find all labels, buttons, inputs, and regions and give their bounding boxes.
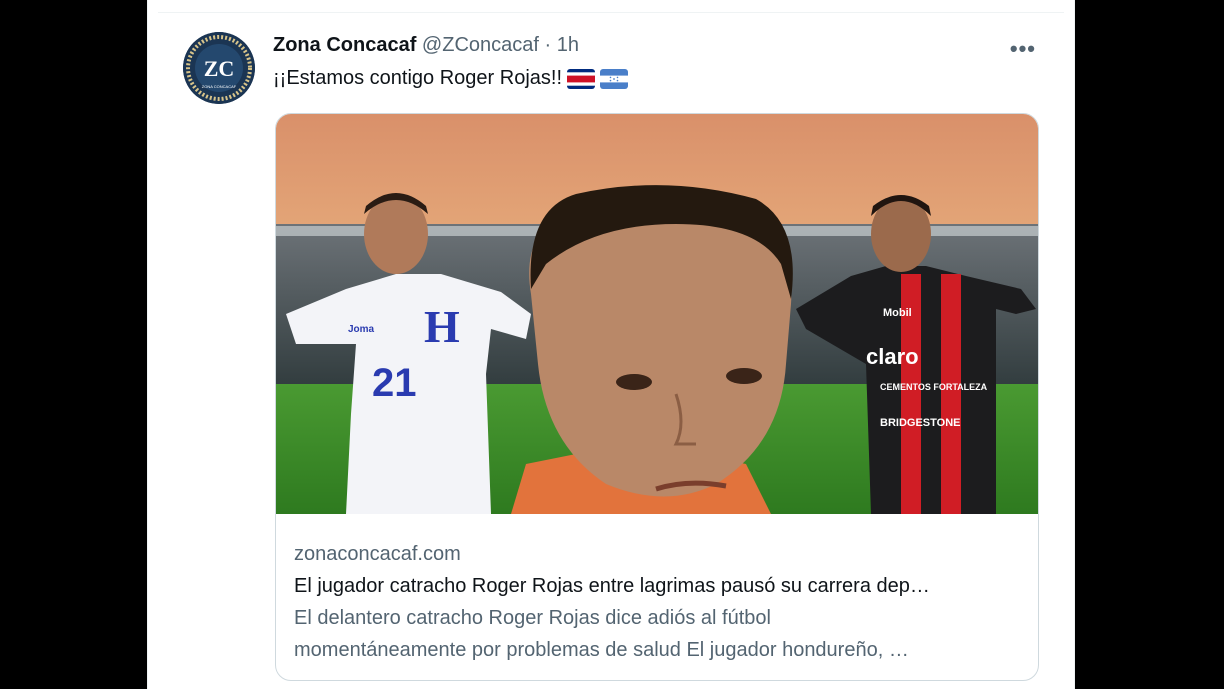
svg-text:BRIDGESTONE: BRIDGESTONE — [880, 417, 960, 429]
svg-text:ZC: ZC — [204, 56, 235, 81]
avatar-logo-icon: ZC ZONA CONCACAF — [183, 32, 255, 104]
tweet-header: Zona Concacaf @ZConcacaf · 1h — [273, 34, 579, 57]
card-title[interactable]: El jugador catracho Roger Rojas entre la… — [294, 570, 1020, 602]
honduras-flag-icon — [600, 68, 629, 89]
link-card[interactable]: H 21 Joma Mobil claro CEMENTOS FORTALEZA… — [275, 113, 1039, 681]
card-photo: H 21 Joma Mobil claro CEMENTOS FORTALEZA… — [276, 114, 1038, 514]
timestamp[interactable]: 1h — [557, 34, 579, 56]
costa-rica-flag-icon — [567, 68, 596, 89]
svg-text:21: 21 — [372, 361, 417, 405]
svg-text:H: H — [424, 301, 460, 352]
tweet-frame: ZC ZONA CONCACAF Zona Concacaf @ZConcaca… — [147, 0, 1075, 689]
separator: · — [544, 34, 552, 56]
tweet-text: ¡¡Estamos contigo Roger Rojas!! — [273, 67, 629, 90]
more-icon[interactable]: ••• — [1010, 36, 1036, 62]
tweet-body: ¡¡Estamos contigo Roger Rojas!! — [273, 67, 563, 89]
svg-text:ZONA CONCACAF: ZONA CONCACAF — [202, 84, 237, 89]
avatar[interactable]: ZC ZONA CONCACAF — [183, 32, 255, 104]
handle[interactable]: @ZConcacaf — [422, 34, 539, 56]
card-text: zonaconcacaf.com El jugador catracho Rog… — [294, 538, 1020, 666]
card-domain[interactable]: zonaconcacaf.com — [294, 538, 1020, 570]
svg-text:CEMENTOS FORTALEZA: CEMENTOS FORTALEZA — [880, 382, 988, 392]
card-description-line2: momentáneamente por problemas de salud E… — [294, 639, 909, 661]
divider — [158, 12, 1064, 13]
display-name[interactable]: Zona Concacaf — [273, 34, 416, 56]
card-description-line1: El delantero catracho Roger Rojas dice a… — [294, 607, 771, 629]
card-image[interactable]: H 21 Joma Mobil claro CEMENTOS FORTALEZA… — [276, 114, 1038, 514]
svg-text:Joma: Joma — [348, 324, 375, 335]
svg-text:claro: claro — [866, 344, 919, 369]
svg-text:Mobil: Mobil — [883, 307, 912, 319]
